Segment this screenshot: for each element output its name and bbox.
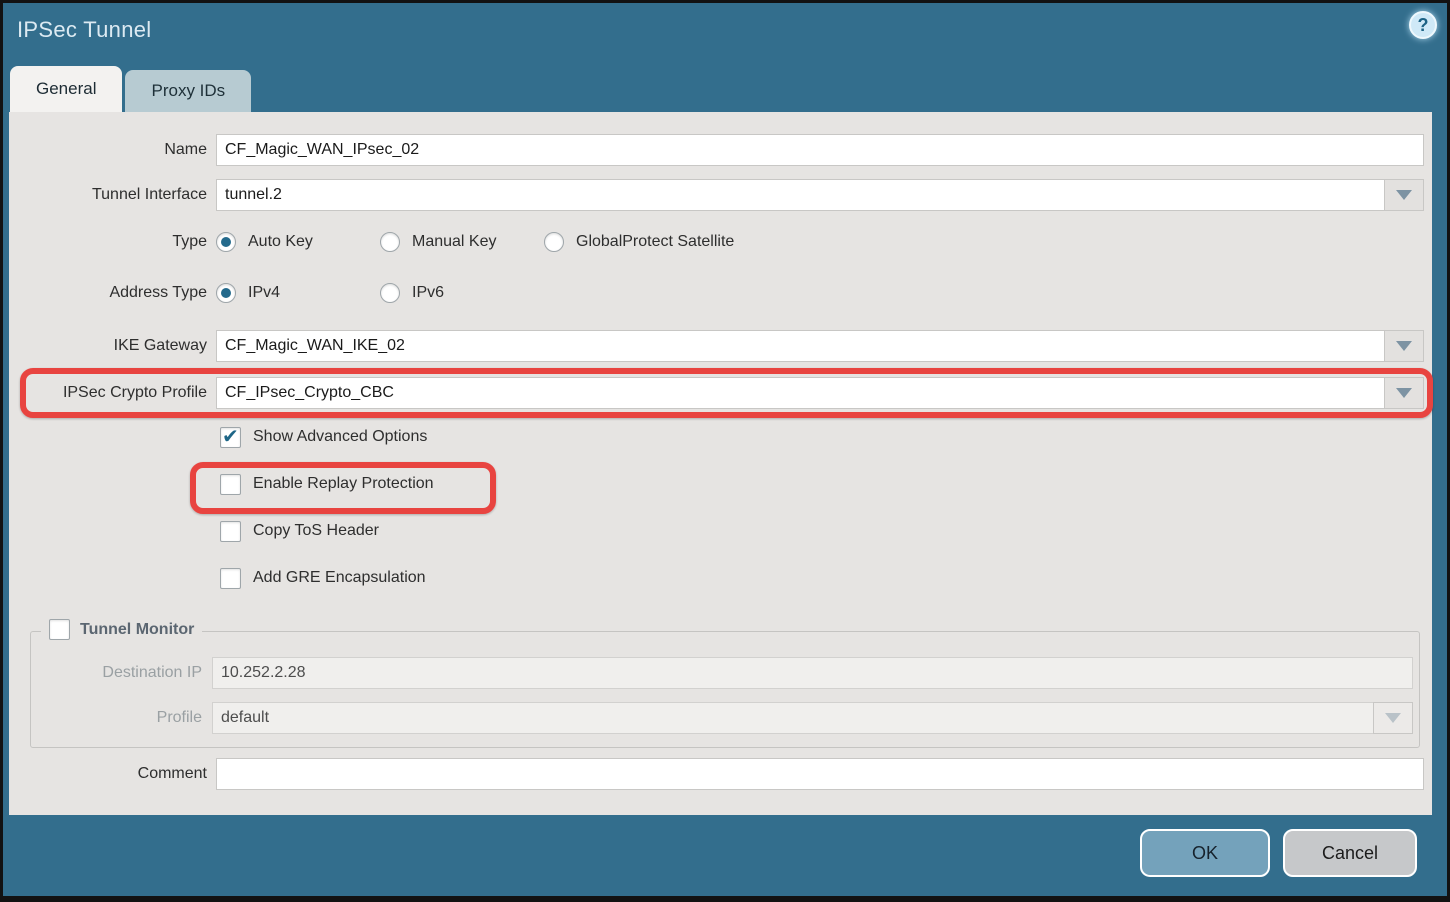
name-input[interactable] (216, 134, 1424, 166)
checkbox-enable-replay-protection[interactable] (220, 474, 241, 495)
chevron-down-icon (1385, 713, 1401, 723)
ok-button[interactable]: OK (1140, 829, 1270, 877)
tunnel-monitor-legend: Tunnel Monitor (41, 619, 202, 640)
type-row: Type Auto Key Manual Key GlobalProtect S… (9, 229, 1424, 255)
ipsec-tunnel-dialog: IPSec Tunnel ? General Proxy IDs Name Tu… (3, 3, 1447, 896)
ipsec-crypto-profile-row: IPSec Crypto Profile (9, 377, 1424, 409)
name-label: Name (9, 134, 207, 166)
ipsec-crypto-profile-input[interactable] (216, 377, 1384, 409)
tab-proxy-ids[interactable]: Proxy IDs (125, 70, 251, 112)
dialog-title: IPSec Tunnel (17, 17, 151, 43)
chevron-down-icon (1396, 341, 1412, 351)
address-type-row: Address Type IPv4 IPv6 (9, 280, 1424, 306)
add-gre-encapsulation-row[interactable]: Add GRE Encapsulation (220, 565, 426, 591)
checkbox-tunnel-monitor[interactable] (49, 619, 70, 640)
radio-button-icon (544, 232, 564, 252)
checkbox-show-advanced-options[interactable] (220, 427, 241, 448)
destination-ip-input (212, 657, 1413, 689)
checkbox-add-gre-encapsulation[interactable] (220, 568, 241, 589)
radio-button-icon (380, 283, 400, 303)
destination-ip-row: Destination IP (32, 657, 1413, 689)
tunnel-interface-dropdown-button[interactable] (1384, 179, 1424, 211)
radio-button-icon (216, 283, 236, 303)
tunnel-interface-input[interactable] (216, 179, 1384, 211)
radio-button-icon (216, 232, 236, 252)
checkbox-copy-tos-header[interactable] (220, 521, 241, 542)
radio-ipv6[interactable]: IPv6 (380, 283, 520, 303)
enable-replay-protection-row[interactable]: Enable Replay Protection (220, 471, 434, 497)
comment-row: Comment (9, 758, 1424, 790)
comment-label: Comment (9, 758, 207, 790)
ike-gateway-dropdown-button[interactable] (1384, 330, 1424, 362)
tab-general[interactable]: General (10, 66, 122, 112)
address-type-radio-group: IPv4 IPv6 (216, 283, 544, 303)
tunnel-interface-dropdown (216, 179, 1424, 211)
help-icon[interactable]: ? (1409, 11, 1437, 39)
comment-input[interactable] (216, 758, 1424, 790)
tunnel-monitor-label: Tunnel Monitor (80, 621, 194, 639)
ipsec-crypto-profile-dropdown-button[interactable] (1384, 377, 1424, 409)
tab-bar: General Proxy IDs (10, 66, 251, 112)
radio-globalprotect-satellite[interactable]: GlobalProtect Satellite (544, 232, 734, 252)
profile-label: Profile (32, 702, 202, 734)
show-advanced-options-row[interactable]: Show Advanced Options (220, 424, 427, 450)
ike-gateway-row: IKE Gateway (9, 330, 1424, 362)
profile-dropdown (212, 702, 1413, 734)
profile-row: Profile (32, 702, 1413, 734)
type-radio-group: Auto Key Manual Key GlobalProtect Satell… (216, 232, 758, 252)
radio-button-icon (380, 232, 400, 252)
ike-gateway-input[interactable] (216, 330, 1384, 362)
ike-gateway-dropdown (216, 330, 1424, 362)
name-row: Name (9, 134, 1424, 166)
ipsec-crypto-profile-dropdown (216, 377, 1424, 409)
cancel-button[interactable]: Cancel (1283, 829, 1417, 877)
ike-gateway-label: IKE Gateway (9, 330, 207, 362)
tunnel-monitor-fieldset: Tunnel Monitor Destination IP Profile (30, 631, 1420, 748)
profile-dropdown-button (1373, 702, 1413, 734)
general-tab-panel: Name Tunnel Interface Type Auto Key (9, 112, 1432, 815)
chevron-down-icon (1396, 388, 1412, 398)
profile-input (212, 702, 1373, 734)
address-type-label: Address Type (9, 280, 207, 306)
ipsec-crypto-profile-label: IPSec Crypto Profile (9, 377, 207, 409)
chevron-down-icon (1396, 190, 1412, 200)
tunnel-interface-row: Tunnel Interface (9, 179, 1424, 211)
tunnel-interface-label: Tunnel Interface (9, 179, 207, 211)
title-bar: IPSec Tunnel ? (3, 3, 1447, 63)
radio-auto-key[interactable]: Auto Key (216, 232, 356, 252)
copy-tos-header-row[interactable]: Copy ToS Header (220, 518, 379, 544)
radio-ipv4[interactable]: IPv4 (216, 283, 356, 303)
type-label: Type (9, 229, 207, 255)
radio-manual-key[interactable]: Manual Key (380, 232, 520, 252)
destination-ip-label: Destination IP (32, 657, 202, 689)
